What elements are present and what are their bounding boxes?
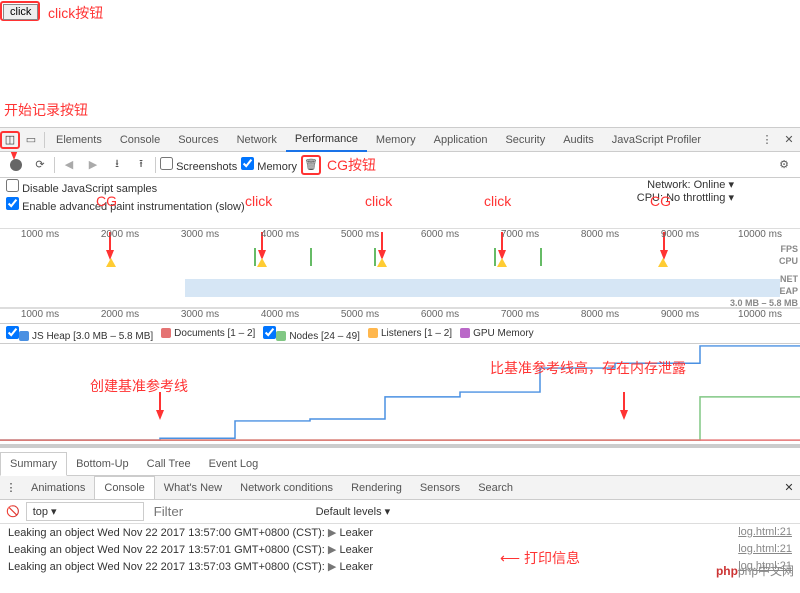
disable-js-samples-checkbox[interactable]: Disable JavaScript samples (6, 179, 157, 195)
drawer-tab-console[interactable]: Console (94, 476, 154, 499)
drawer-menu-icon[interactable]: ⋮ (0, 481, 22, 494)
tab-security[interactable]: Security (496, 129, 554, 151)
clear-console-icon[interactable]: 🚫 (6, 505, 20, 518)
screenshots-checkbox[interactable]: Screenshots (160, 157, 237, 173)
gpu-toggle[interactable]: GPU Memory (460, 328, 534, 339)
net-label: NET (780, 274, 798, 284)
settings-icon[interactable]: ⚙ (774, 155, 794, 175)
network-throttling-select[interactable]: Network: Online ▾ (637, 178, 734, 191)
tab-console[interactable]: Console (111, 129, 169, 151)
drawer-close-icon[interactable]: ✕ (778, 481, 800, 494)
enable-paint-checkbox[interactable]: Enable advanced paint instrumentation (s… (6, 197, 245, 213)
jsheap-toggle[interactable]: JS Heap [3.0 MB – 5.8 MB] (6, 326, 153, 342)
watermark: phpphp中文网 (716, 562, 794, 579)
tab-eventlog[interactable]: Event Log (200, 453, 268, 475)
tab-calltree[interactable]: Call Tree (138, 453, 200, 475)
tab-bottomup[interactable]: Bottom-Up (67, 453, 138, 475)
performance-overview[interactable]: FPS CPU NET HEAP 3.0 MB – 5.8 MB (0, 244, 800, 308)
inspect-icon[interactable]: ◫ (0, 131, 20, 149)
memory-checkbox[interactable]: Memory (241, 157, 297, 173)
console-row[interactable]: Leaking an object Wed Nov 22 2017 13:57:… (0, 524, 800, 541)
save-icon[interactable]: ⭱ (131, 155, 151, 175)
tab-summary[interactable]: Summary (0, 452, 67, 476)
drawer-tab-whatsnew[interactable]: What's New (155, 477, 231, 499)
drawer-tab-animations[interactable]: Animations (22, 477, 94, 499)
memory-legend: JS Heap [3.0 MB – 5.8 MB] Documents [1 –… (0, 324, 800, 344)
record-button[interactable] (6, 155, 26, 175)
listeners-toggle[interactable]: Listeners [1 – 2] (368, 328, 452, 339)
log-levels-select[interactable]: Default levels ▾ (316, 505, 391, 518)
console-filter-input[interactable] (150, 502, 310, 521)
tab-memory[interactable]: Memory (367, 129, 425, 151)
tab-sources[interactable]: Sources (169, 129, 227, 151)
more-icon[interactable]: ⋮ (756, 133, 778, 146)
console-messages: Leaking an object Wed Nov 22 2017 13:57:… (0, 524, 800, 575)
console-row[interactable]: Leaking an object Wed Nov 22 2017 13:57:… (0, 558, 800, 575)
tab-application[interactable]: Application (425, 129, 497, 151)
drawer-tab-sensors[interactable]: Sensors (411, 477, 469, 499)
source-link[interactable]: log.html:21 (738, 543, 792, 556)
tab-audits[interactable]: Audits (554, 129, 603, 151)
timeline-ruler-detail[interactable]: 1000 ms2000 ms3000 ms4000 ms5000 ms6000 … (0, 308, 800, 324)
tab-network[interactable]: Network (228, 129, 286, 151)
devtools-tabs: ◫ ▭ Elements Console Sources Network Per… (0, 127, 800, 152)
memory-graph[interactable] (0, 344, 800, 448)
cpu-throttling-select[interactable]: CPU: No throttling ▾ (637, 191, 734, 204)
performance-options: Disable JavaScript samples Enable advanc… (6, 178, 794, 214)
tab-performance[interactable]: Performance (286, 128, 367, 152)
context-select[interactable]: top ▾ (26, 502, 144, 521)
prev-icon[interactable]: ◀ (59, 155, 79, 175)
cpu-label: CPU (779, 256, 798, 266)
close-icon[interactable]: ✕ (778, 133, 800, 146)
device-icon[interactable]: ▭ (20, 133, 42, 146)
annotation-start-record: 开始记录按钮 (4, 100, 88, 120)
source-link[interactable]: log.html:21 (738, 526, 792, 539)
documents-toggle[interactable]: Documents [1 – 2] (161, 328, 255, 339)
reload-button[interactable]: ⟳ (30, 155, 50, 175)
details-tabs: Summary Bottom-Up Call Tree Event Log (0, 452, 800, 476)
heap-range: 3.0 MB – 5.8 MB (730, 298, 798, 308)
drawer-tab-network[interactable]: Network conditions (231, 477, 342, 499)
collect-garbage-button[interactable]: 🗑 (301, 155, 321, 175)
console-toolbar: 🚫 top ▾ Default levels ▾ (0, 500, 800, 524)
load-icon[interactable]: ⭳ (107, 155, 127, 175)
annotation-cg-button: CG按钮 (327, 155, 376, 175)
performance-toolbar: ⟳ ◀ ▶ ⭳ ⭱ Screenshots Memory 🗑 CG按钮 ⚙ (0, 152, 800, 178)
drawer-tab-rendering[interactable]: Rendering (342, 477, 411, 499)
click-button[interactable]: click (3, 4, 38, 20)
console-row[interactable]: Leaking an object Wed Nov 22 2017 13:57:… (0, 541, 800, 558)
nodes-toggle[interactable]: Nodes [24 – 49] (263, 326, 360, 342)
annotation-click-button: click按钮 (48, 3, 103, 23)
fps-label: FPS (780, 244, 798, 254)
drawer-tabs: ⋮ Animations Console What's New Network … (0, 476, 800, 500)
next-icon[interactable]: ▶ (83, 155, 103, 175)
timeline-ruler-overview[interactable]: 1000 ms2000 ms3000 ms4000 ms5000 ms6000 … (0, 228, 800, 244)
tab-jsprofiler[interactable]: JavaScript Profiler (603, 129, 710, 151)
drawer-tab-search[interactable]: Search (469, 477, 522, 499)
tab-elements[interactable]: Elements (47, 129, 111, 151)
